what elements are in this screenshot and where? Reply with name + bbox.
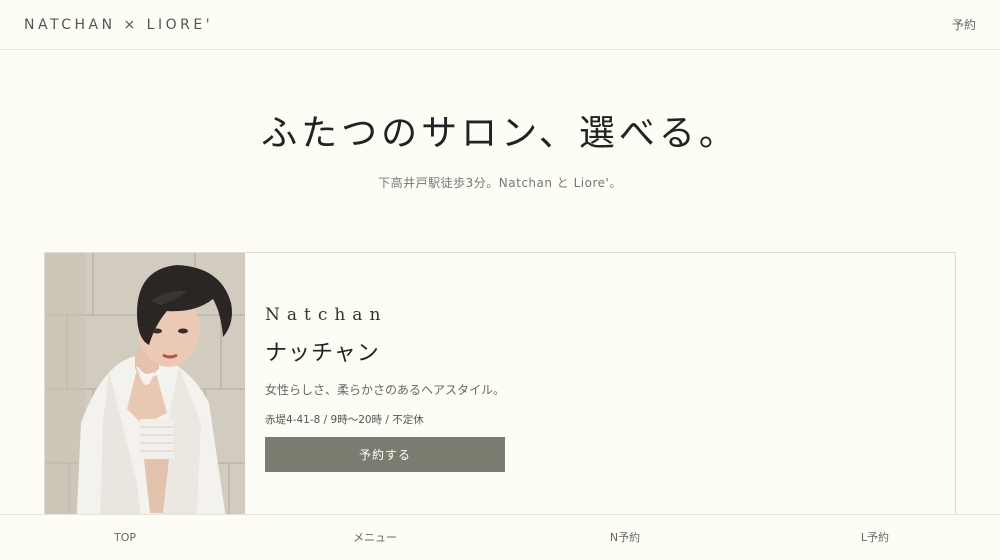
page: NATCHAN × LIORE' 予約 ふたつのサロン、選べる。 下高井戸駅徒歩… [0, 0, 1000, 560]
salon-description: 女性らしさ、柔らかさのあるヘアスタイル。 [265, 383, 506, 397]
nav-item-l-reserve[interactable]: L予約 [750, 515, 1000, 560]
salon-name-en: Natchan [265, 305, 388, 325]
salon-photo [45, 253, 245, 553]
bottom-nav: TOP メニュー N予約 L予約 [0, 514, 1000, 560]
nav-item-n-reserve[interactable]: N予約 [500, 515, 750, 560]
salon-card-natchan: Natchan ナッチャン 女性らしさ、柔らかさのあるヘアスタイル。 赤堤4-4… [44, 252, 956, 553]
nav-item-top[interactable]: TOP [0, 515, 250, 560]
brand-logo[interactable]: NATCHAN × LIORE' [24, 17, 213, 33]
nav-item-menu[interactable]: メニュー [250, 515, 500, 560]
reserve-button[interactable]: 予約する [265, 437, 505, 472]
model-photo-illustration [45, 253, 245, 553]
salon-name-ja: ナッチャン [265, 341, 380, 366]
site-header: NATCHAN × LIORE' 予約 [0, 0, 1000, 50]
salon-address-hours: 赤堤4-41-8 / 9時〜20時 / 不定休 [265, 414, 424, 426]
hero-title: ふたつのサロン、選べる。 [261, 113, 739, 154]
salon-card-body: Natchan ナッチャン 女性らしさ、柔らかさのあるヘアスタイル。 赤堤4-4… [265, 305, 685, 472]
hero-subtitle: 下高井戸駅徒歩3分。Natchan と Liore'。 [378, 176, 622, 190]
header-reserve-link[interactable]: 予約 [952, 16, 976, 33]
